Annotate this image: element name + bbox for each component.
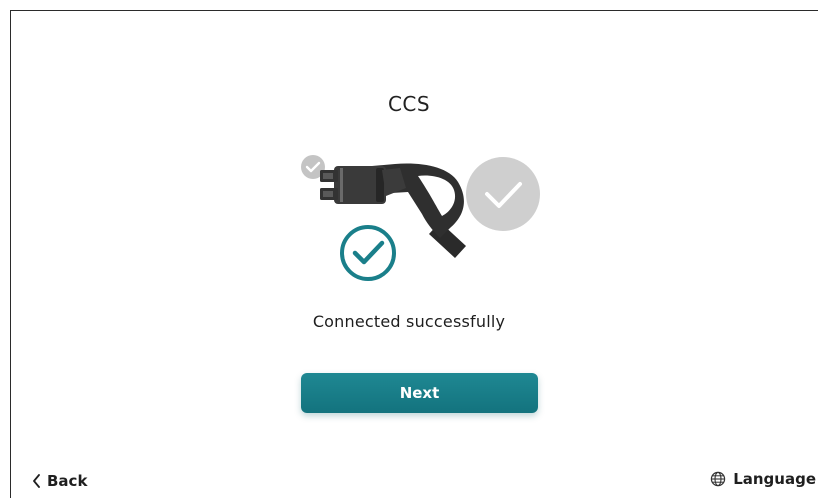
language-button-label: Language bbox=[733, 470, 816, 488]
back-button[interactable]: Back bbox=[32, 470, 87, 492]
connection-status-text: Connected successfully bbox=[312, 312, 506, 331]
success-check-icon bbox=[340, 225, 396, 281]
next-button[interactable]: Next bbox=[301, 373, 538, 413]
next-button-label: Next bbox=[399, 384, 440, 402]
chevron-left-icon bbox=[33, 474, 40, 488]
back-button-label: Back bbox=[47, 472, 88, 490]
gray-check-icon bbox=[466, 157, 540, 231]
globe-icon bbox=[710, 471, 726, 487]
language-button[interactable]: Language bbox=[710, 467, 816, 491]
connector-illustration bbox=[301, 155, 540, 281]
page-title: CCS bbox=[387, 92, 431, 116]
